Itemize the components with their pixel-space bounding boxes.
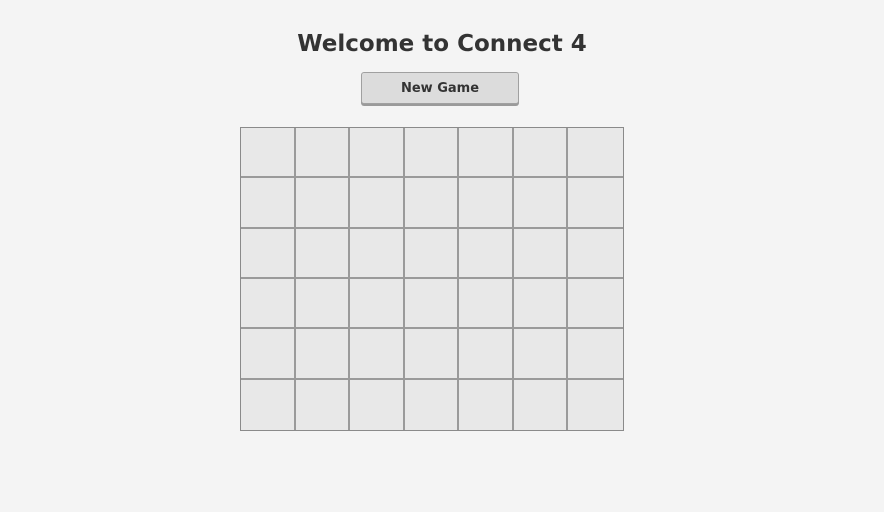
page-title: Welcome to Connect 4 (297, 31, 587, 57)
board-cell[interactable] (568, 128, 623, 179)
board-cell[interactable] (459, 178, 514, 229)
new-game-button[interactable]: New Game (361, 72, 519, 104)
game-board (240, 127, 624, 431)
board-cell[interactable] (568, 178, 623, 229)
board-cell[interactable] (513, 329, 569, 380)
board-cell[interactable] (459, 329, 514, 380)
board-cell[interactable] (513, 278, 569, 330)
board-cell[interactable] (295, 379, 351, 430)
board-cell[interactable] (295, 228, 351, 279)
board-cell[interactable] (241, 379, 296, 430)
board-cell[interactable] (241, 228, 296, 279)
board-cell[interactable] (241, 278, 296, 330)
board-cell[interactable] (459, 228, 514, 279)
board-cell[interactable] (568, 228, 623, 279)
board-cell[interactable] (241, 128, 296, 179)
board-cell[interactable] (295, 329, 351, 380)
board-cell[interactable] (404, 379, 460, 430)
board-cell[interactable] (459, 128, 514, 179)
board-cell[interactable] (350, 178, 405, 229)
board-cell[interactable] (459, 379, 514, 430)
board-cell[interactable] (295, 178, 351, 229)
board-cell[interactable] (404, 278, 460, 330)
board-cell[interactable] (404, 128, 460, 179)
board-cell[interactable] (241, 178, 296, 229)
board-cell[interactable] (350, 379, 405, 430)
board-cell[interactable] (350, 278, 405, 330)
board-cell[interactable] (568, 379, 623, 430)
board-cell[interactable] (404, 329, 460, 380)
board-cell[interactable] (568, 278, 623, 330)
board-cell[interactable] (568, 329, 623, 380)
board-cell[interactable] (459, 278, 514, 330)
board-cell[interactable] (295, 278, 351, 330)
board-cell[interactable] (513, 128, 569, 179)
board-cell[interactable] (350, 228, 405, 279)
board-cell[interactable] (241, 329, 296, 380)
board-cell[interactable] (350, 128, 405, 179)
board-cell[interactable] (513, 228, 569, 279)
board-cell[interactable] (404, 228, 460, 279)
game-page: Welcome to Connect 4 New Game (0, 0, 884, 512)
board-cell[interactable] (350, 329, 405, 380)
board-cell[interactable] (404, 178, 460, 229)
board-cell[interactable] (513, 379, 569, 430)
board-cell[interactable] (513, 178, 569, 229)
board-cell[interactable] (295, 128, 351, 179)
